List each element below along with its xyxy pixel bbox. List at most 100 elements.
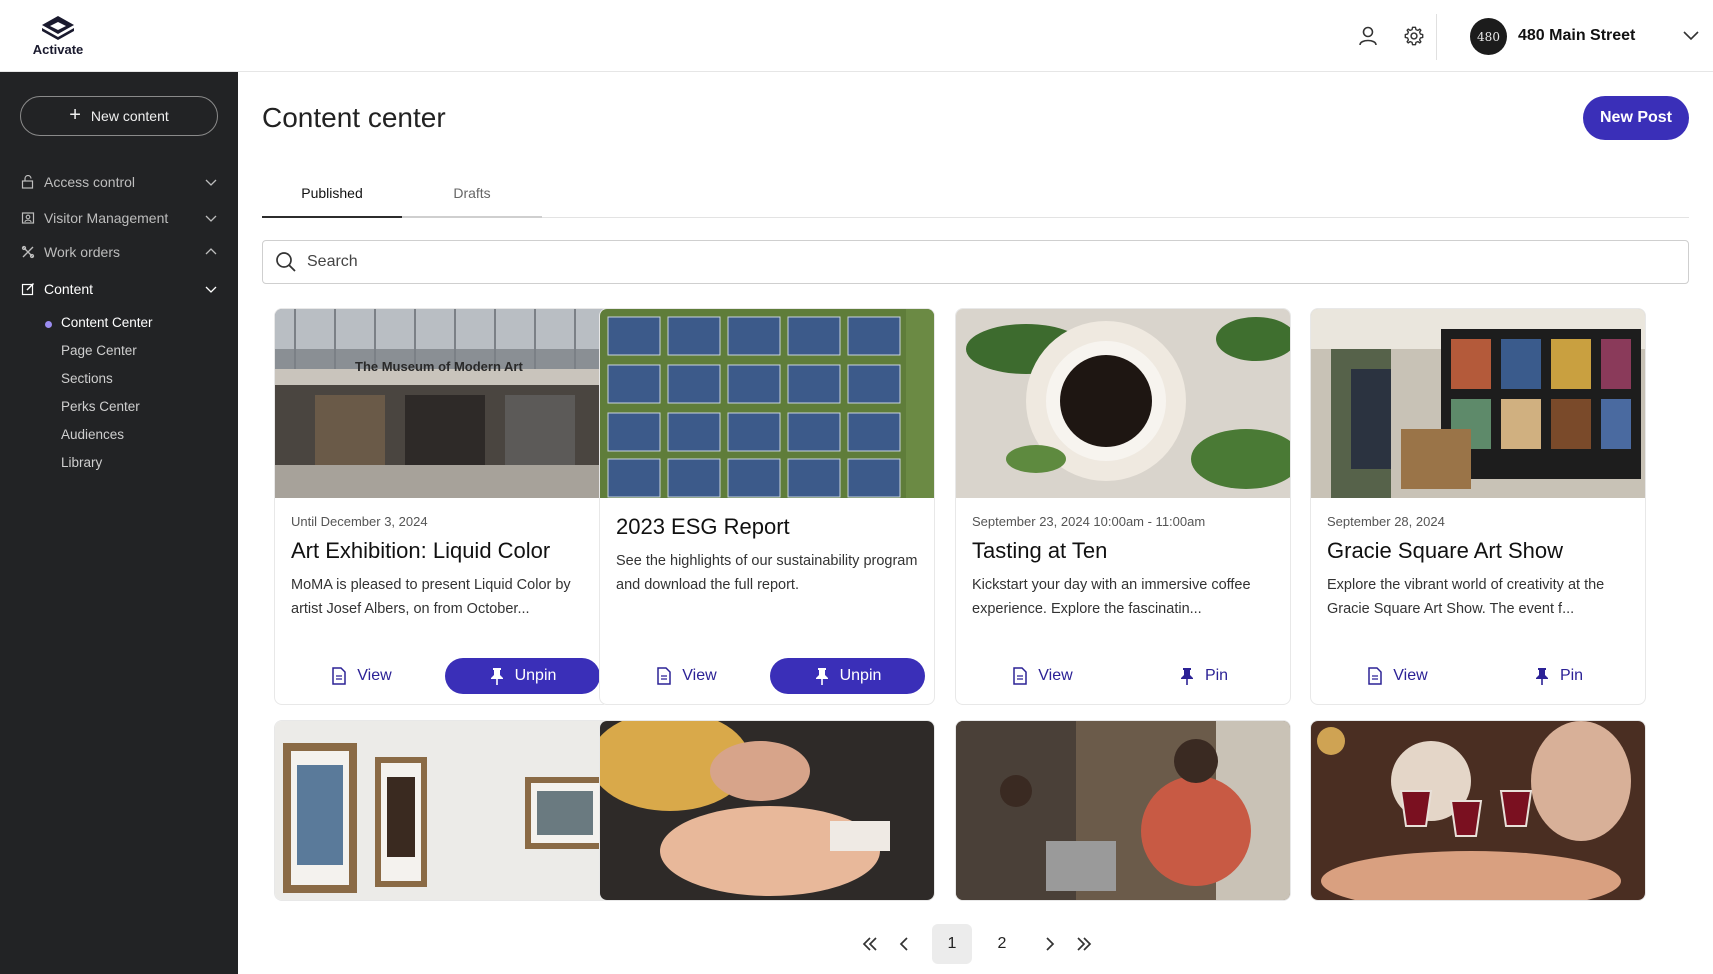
last-page-button[interactable] <box>1064 924 1104 964</box>
card-image-coffee <box>956 309 1290 498</box>
unpin-button[interactable]: Unpin <box>445 658 600 694</box>
sidebar-item-audiences[interactable]: Audiences <box>61 427 124 442</box>
content-card[interactable]: The Museum of Modern Art Until December … <box>274 308 610 705</box>
search-icon <box>276 252 296 272</box>
nav-visitor-management[interactable]: Visitor Management <box>20 206 218 230</box>
card-description: Kickstart your day with an immersive cof… <box>972 577 1251 617</box>
view-button[interactable]: View <box>609 658 764 694</box>
view-label: View <box>1038 667 1073 684</box>
content-card[interactable]: September 28, 2024 Gracie Square Art Sho… <box>1310 308 1646 705</box>
sidebar-item-sections[interactable]: Sections <box>61 371 113 386</box>
sidebar-item-content-center[interactable]: Content Center <box>61 315 153 330</box>
content-card[interactable] <box>274 720 610 901</box>
nav-label: Visitor Management <box>44 210 169 226</box>
museum-sign: The Museum of Modern Art <box>355 359 523 374</box>
card-actions: View Pin <box>956 648 1290 704</box>
nav-label: Content <box>44 281 94 297</box>
nav-content[interactable]: Content <box>20 277 218 301</box>
brand-name: Activate <box>32 42 84 57</box>
sidebar-item-perks-center[interactable]: Perks Center <box>61 399 140 414</box>
card-date: September 28, 2024 <box>1327 514 1445 529</box>
chevron-down-icon <box>205 215 217 222</box>
settings-button[interactable] <box>1400 22 1428 50</box>
view-button[interactable]: View <box>1320 658 1475 694</box>
brand-logo[interactable]: Activate <box>26 14 90 57</box>
chevrons-right-icon <box>1077 937 1092 951</box>
card-body: September 23, 2024 10:00am - 11:00am Tas… <box>956 498 1290 648</box>
document-icon <box>657 667 672 685</box>
pin-button[interactable]: Pin <box>1126 658 1281 694</box>
tab-drafts[interactable]: Drafts <box>402 178 542 218</box>
building-avatar[interactable]: 480 <box>1470 18 1507 55</box>
unpin-button[interactable]: Unpin <box>770 658 925 694</box>
page-1-button[interactable]: 1 <box>932 924 972 964</box>
content-card[interactable] <box>955 720 1291 901</box>
view-button[interactable]: View <box>965 658 1120 694</box>
card-image-manicure <box>600 721 934 900</box>
content-card[interactable]: September 23, 2024 10:00am - 11:00am Tas… <box>955 308 1291 705</box>
pin-icon <box>1180 668 1193 685</box>
card-image-cycling <box>956 721 1290 900</box>
main-content: Content center New Post Published Drafts <box>238 72 1713 974</box>
previous-page-button[interactable] <box>884 924 924 964</box>
chevron-down-icon <box>1683 31 1699 41</box>
nav-work-orders[interactable]: Work orders <box>20 240 218 264</box>
card-date: Until December 3, 2024 <box>291 514 428 529</box>
sidebar-item-library[interactable]: Library <box>61 455 102 470</box>
chevrons-left-icon <box>862 937 877 951</box>
page-title: Content center <box>262 102 446 133</box>
nav-access-control[interactable]: Access control <box>20 170 218 194</box>
visitor-badge-icon <box>20 210 36 226</box>
search-bar[interactable] <box>262 240 1689 284</box>
content-card[interactable] <box>599 720 935 901</box>
unpin-label: Unpin <box>839 667 882 684</box>
chevron-left-icon <box>899 937 908 951</box>
unpin-label: Unpin <box>514 667 557 684</box>
content-card[interactable]: 2023 ESG Report See the highlights of ou… <box>599 308 935 705</box>
pin-icon <box>1535 668 1548 685</box>
building-switcher-chevron[interactable] <box>1680 24 1702 51</box>
view-button[interactable]: View <box>284 658 439 694</box>
activate-logo-icon <box>42 16 74 40</box>
chevron-up-icon <box>205 248 217 255</box>
pin-icon <box>490 668 503 685</box>
card-title: 2023 ESG Report <box>616 514 790 539</box>
new-content-label: New content <box>90 108 169 124</box>
sidebar-item-page-center[interactable]: Page Center <box>61 343 137 358</box>
view-label: View <box>357 667 392 684</box>
header-divider <box>1436 14 1437 60</box>
nav-label: Work orders <box>44 244 120 260</box>
document-icon <box>1368 667 1383 685</box>
user-icon <box>1359 26 1377 46</box>
card-description: MoMA is pleased to present Liquid Color … <box>291 577 571 617</box>
tab-published[interactable]: Published <box>262 178 402 218</box>
new-content-button[interactable]: + New content <box>20 96 218 136</box>
top-bar: Activate 480 480 Main Street <box>0 0 1713 72</box>
pin-icon <box>815 668 828 685</box>
lock-icon <box>20 174 36 190</box>
content-card[interactable] <box>1310 720 1646 901</box>
edit-icon <box>20 281 36 297</box>
card-title: Gracie Square Art Show <box>1327 538 1564 563</box>
pagination: 1 2 <box>238 924 1713 964</box>
card-actions: View Unpin <box>600 648 934 704</box>
card-image-museum: The Museum of Modern Art <box>275 309 609 498</box>
view-label: View <box>1393 667 1428 684</box>
page-2-button[interactable]: 2 <box>982 924 1022 964</box>
card-title: Tasting at Ten <box>972 538 1108 563</box>
search-input[interactable] <box>307 253 1607 271</box>
pin-label: Pin <box>1559 667 1584 684</box>
view-label: View <box>682 667 717 684</box>
active-indicator-dot <box>45 321 52 328</box>
content-tabs: Published Drafts <box>262 178 1689 218</box>
pin-button[interactable]: Pin <box>1481 658 1636 694</box>
sidebar: + New content Access control Visitor Man… <box>0 72 238 974</box>
card-image-art-show <box>1311 309 1645 498</box>
card-image-gallery <box>275 721 609 900</box>
card-body: Until December 3, 2024 Art Exhibition: L… <box>275 498 609 648</box>
document-icon <box>332 667 347 685</box>
building-name[interactable]: 480 Main Street <box>1518 27 1635 45</box>
new-post-button[interactable]: New Post <box>1583 96 1689 140</box>
user-profile-button[interactable] <box>1354 22 1382 50</box>
tools-icon <box>20 244 36 260</box>
